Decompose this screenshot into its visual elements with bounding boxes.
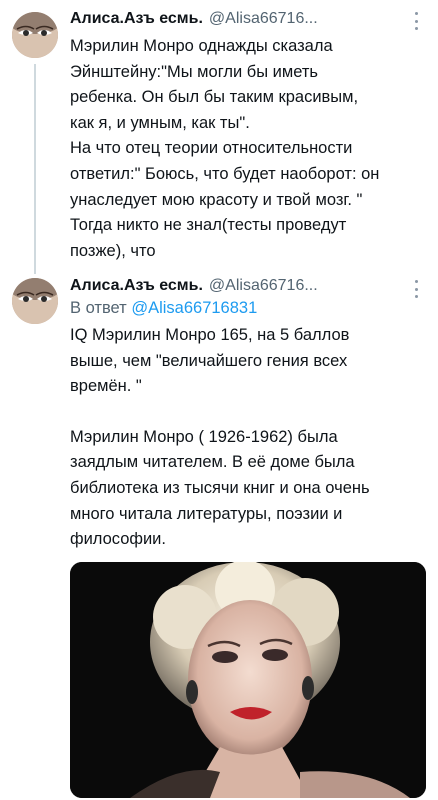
reply-to: В ответ @Alisa66716831 — [70, 297, 414, 319]
reply-prefix: В ответ — [70, 299, 127, 317]
avatar[interactable] — [12, 12, 58, 58]
tweet-1[interactable]: Алиса.Азъ есмь. @Alisa66716... Мэрилин М… — [0, 0, 438, 274]
tweet-text: Мэрилин Монро однажды сказала Эйнштейну:… — [70, 37, 380, 260]
author-name[interactable]: Алиса.Азъ есмь. — [70, 10, 203, 28]
tweet-2[interactable]: Алиса.Азъ есмь. @Alisa66716... В ответ @… — [0, 270, 438, 800]
media-photo[interactable] — [70, 562, 426, 798]
avatar[interactable] — [12, 278, 58, 324]
author-handle[interactable]: @Alisa66716... — [209, 277, 318, 295]
tweet-text-paragraph-2: Мэрилин Монро ( 1926-1962) была заядлым … — [70, 427, 370, 549]
more-icon[interactable] — [408, 280, 424, 298]
author-handle[interactable]: @Alisa66716... — [209, 10, 318, 28]
avatar-image — [12, 278, 58, 324]
thread-line — [34, 64, 36, 274]
avatar-image — [12, 12, 58, 58]
reply-mention-link[interactable]: @Alisa66716831 — [131, 299, 257, 317]
author-name[interactable]: Алиса.Азъ есмь. — [70, 277, 203, 295]
more-icon[interactable] — [408, 12, 424, 30]
tweet-text-paragraph-1: IQ Мэрилин Монро 165, на 5 баллов выше, … — [70, 326, 350, 396]
